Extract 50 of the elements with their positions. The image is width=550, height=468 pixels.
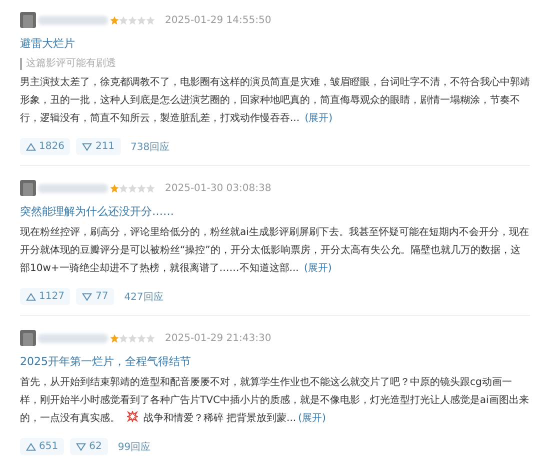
star-icon: [110, 184, 119, 192]
upvote-button[interactable]: 1826: [20, 138, 70, 155]
star-icon: [146, 16, 155, 24]
upvote-button[interactable]: 1127: [20, 288, 70, 305]
up-triangle-icon: [26, 142, 36, 150]
star-icon: [128, 184, 137, 192]
blurred-username: [38, 184, 108, 192]
blurred-username: [38, 334, 108, 342]
review-title[interactable]: 避雷大烂片: [20, 36, 530, 52]
review-text: 男主演技太差了，徐克都调教不了，电影圈有这样的演员简直是灾难，皱眉瞪眼，台词吐字不清，不符合我心中郭靖形象，丑的一批，这种人到底是怎么进演艺圈的，回家种地吧真的，简直侮辱观众的眼睛，剧情一塌糊涂，节奏不行，逻辑没有，简直不知所云，製造脏乱差，打戏动作慢吞吞... (展开): [20, 76, 530, 126]
replies-link[interactable]: 738回应: [130, 140, 170, 154]
expand-link[interactable]: (展开): [304, 113, 333, 124]
review-text: 现在粉丝控评，刷高分，评论里给低分的，粉丝就ai生成影评刷屏刷下去。我甚至怀疑可能在短期内不会开分，现在开分就体现的豆瓣评分是可以被粉丝“操控”的，开分太低影响票房，开分太高有失公允。隔壁也就几万的数据，这部10w+一骑绝尘却进不了热榜，就很离谱了……不知道这部... (展开): [20, 226, 530, 276]
star-icon: [110, 334, 119, 342]
review-time: 2025-01-29 14:55:50: [165, 14, 272, 26]
star-icon: [128, 16, 137, 24]
avatar[interactable]: [20, 330, 36, 346]
down-triangle-icon: [82, 142, 92, 150]
up-triangle-icon: [26, 292, 36, 300]
star-icon: [137, 184, 146, 192]
replies-link[interactable]: 427回应: [124, 290, 164, 304]
star-icon: [128, 334, 137, 342]
down-triangle-icon: [76, 442, 86, 450]
expand-link[interactable]: (展开): [298, 413, 326, 424]
review-time: 2025-01-29 21:43:30: [165, 332, 272, 344]
star-icon: [137, 334, 146, 342]
up-triangle-icon: [26, 442, 36, 450]
review-text: 首先，从开始到结束郭靖的造型和配音屡屡不对，就算学生作业也不能这么就交片了吧？中原的镜头跟cg动画一样，刚开始半小时感觉看到了各种广告片TVC中插小片的质感，就是不像电影，灯光造型打光让人感觉是ai画图出来的，一点没有真实感。 战争和情爱？稀碎 把背景放到蒙... (展开): [20, 376, 530, 426]
review-title[interactable]: 突然能理解为什么还没开分……: [20, 204, 530, 220]
down-triangle-icon: [82, 292, 92, 300]
review-time: 2025-01-30 03:08:38: [165, 182, 272, 194]
star-icon: [119, 184, 128, 192]
star-icon: [119, 334, 128, 342]
downvote-button[interactable]: 62: [70, 438, 108, 455]
avatar[interactable]: [20, 180, 36, 196]
avatar[interactable]: [20, 12, 36, 28]
star-icon: [137, 16, 146, 24]
upvote-button[interactable]: 651: [20, 438, 64, 455]
star-icon: [146, 184, 155, 192]
review-title[interactable]: 2025开年第一烂片，全程气得结节: [20, 354, 530, 370]
replies-link[interactable]: 99回应: [118, 440, 151, 454]
star-icon: [110, 16, 119, 24]
downvote-button[interactable]: 77: [76, 288, 114, 305]
blurred-username: [38, 16, 108, 24]
anger-icon: [127, 411, 138, 422]
downvote-button[interactable]: 211: [76, 138, 121, 155]
star-icon: [146, 334, 155, 342]
star-icon: [119, 16, 128, 24]
expand-link[interactable]: (展开): [304, 263, 332, 274]
spoiler-notice: 这篇影评可能有剧透: [20, 58, 530, 70]
